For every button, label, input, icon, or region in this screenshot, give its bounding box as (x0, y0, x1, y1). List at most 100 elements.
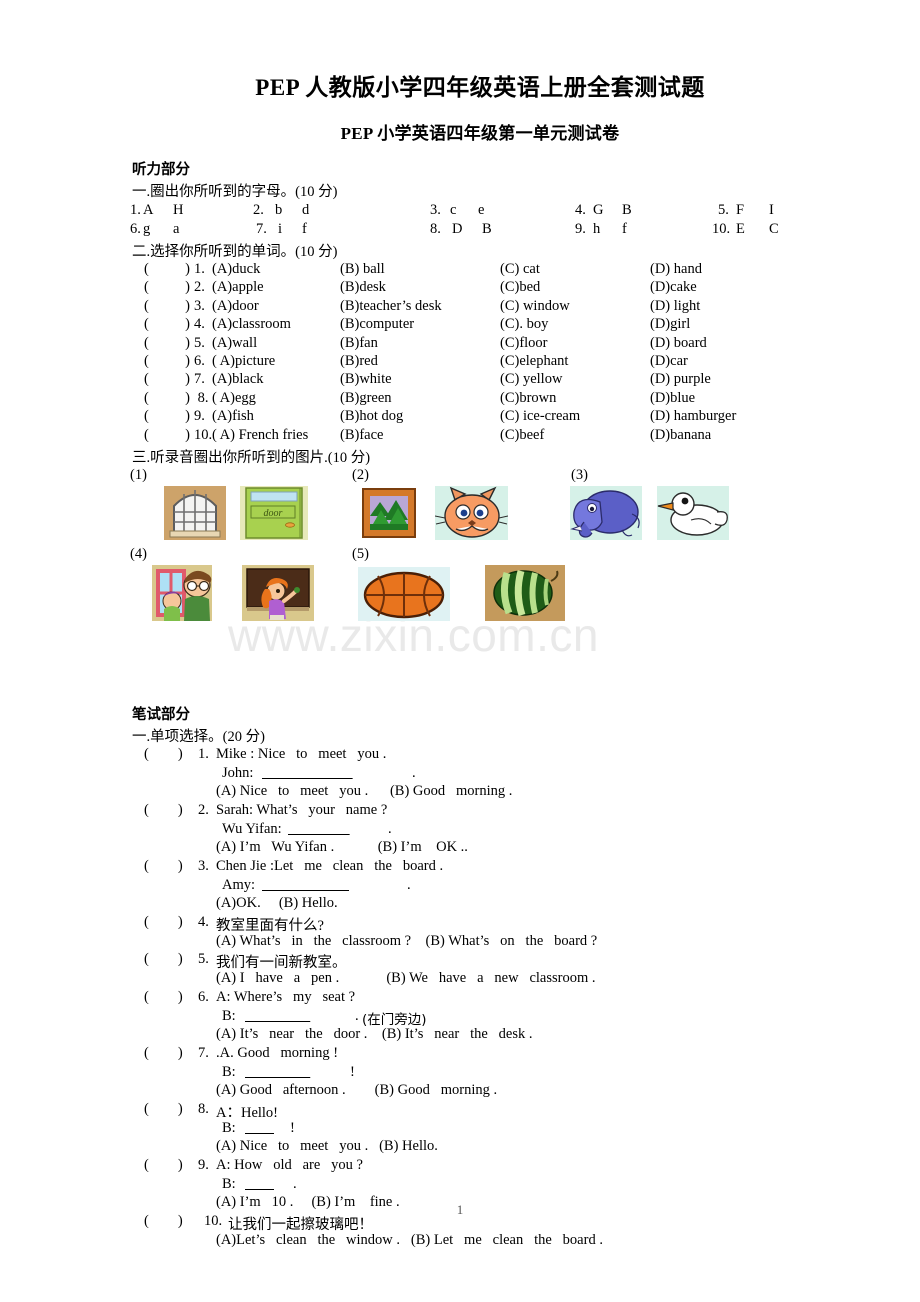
letter-item-8-a[interactable]: D (452, 221, 462, 238)
answer-bracket[interactable]: ( ) (144, 298, 190, 315)
option-a[interactable]: ( A)picture (212, 353, 275, 370)
answer-options[interactable]: (A) It’s near the door . (B) It’s near t… (216, 1026, 533, 1043)
answer-options[interactable]: (A)OK. (B) Hello. (216, 895, 338, 912)
option-b[interactable]: (B)fan (340, 335, 378, 352)
answer-bracket[interactable]: ( ) (144, 371, 190, 388)
letter-item-9-a[interactable]: h (593, 221, 600, 238)
option-c[interactable]: (C)elephant (500, 353, 568, 370)
answer-bracket[interactable]: ( ) (144, 279, 190, 296)
answer-bracket[interactable]: ( ) (144, 802, 183, 819)
option-c[interactable]: (C) yellow (500, 371, 562, 388)
answer-bracket[interactable]: ( ) (144, 746, 183, 763)
option-a[interactable]: (A)fish (212, 408, 254, 425)
window-icon[interactable] (164, 485, 226, 540)
option-b[interactable]: (B)red (340, 353, 378, 370)
option-d[interactable]: (D) purple (650, 371, 711, 388)
answer-bracket[interactable]: ( ) (144, 914, 183, 931)
option-a[interactable]: ( A) French fries (212, 427, 308, 444)
letter-item-5-a[interactable]: F (736, 202, 744, 219)
option-c[interactable]: (C) window (500, 298, 570, 315)
answer-bracket[interactable]: ( ) (144, 261, 190, 278)
answer-bracket[interactable]: ( ) (144, 1157, 183, 1174)
option-d[interactable]: (D)girl (650, 316, 690, 333)
option-a[interactable]: (A)black (212, 371, 264, 388)
letter-item-7-b[interactable]: f (302, 221, 307, 238)
option-c[interactable]: (C) cat (500, 261, 540, 278)
answer-options[interactable]: (A) I’m Wu Yifan . (B) I’m OK .. (216, 839, 468, 856)
answer-blank[interactable] (245, 1176, 274, 1193)
answer-blank[interactable] (262, 765, 353, 782)
option-b[interactable]: (B)hot dog (340, 408, 403, 425)
answer-options[interactable]: (A)Let’s clean the window . (B) Let me c… (216, 1232, 603, 1249)
letter-item-1-b[interactable]: H (173, 202, 183, 219)
letter-item-3-a[interactable]: c (450, 202, 456, 219)
letter-item-10-a[interactable]: E (736, 221, 745, 238)
answer-blank[interactable] (245, 1008, 310, 1025)
letter-item-4-b[interactable]: B (622, 202, 632, 219)
answer-bracket[interactable]: ( ) (144, 1045, 183, 1062)
option-b[interactable]: (B)face (340, 427, 383, 444)
option-c[interactable]: (C)brown (500, 390, 556, 407)
letter-item-1-a[interactable]: A (143, 202, 153, 219)
option-a[interactable]: (A)door (212, 298, 259, 315)
option-d[interactable]: (D) board (650, 335, 707, 352)
letter-item-6-a[interactable]: g (143, 221, 150, 238)
answer-bracket[interactable]: ( ) (144, 408, 190, 425)
answer-bracket[interactable]: ( ) (144, 951, 183, 968)
watermelon-icon[interactable] (485, 564, 565, 621)
picture-frame-icon[interactable] (360, 485, 418, 540)
answer-bracket[interactable]: ( ) (144, 390, 190, 407)
letter-item-2-b[interactable]: d (302, 202, 309, 219)
option-d[interactable]: (D)banana (650, 427, 711, 444)
option-c[interactable]: (C)floor (500, 335, 548, 352)
option-a[interactable]: (A)apple (212, 279, 264, 296)
answer-blank[interactable] (245, 1120, 274, 1137)
option-d[interactable]: (D) hamburger (650, 408, 736, 425)
duck-icon[interactable] (657, 485, 729, 540)
answer-options[interactable]: (A) Nice to meet you . (B) Good morning … (216, 783, 512, 800)
elephant-icon[interactable] (570, 485, 642, 540)
boy-at-window-icon[interactable] (152, 564, 212, 621)
letter-item-2-a[interactable]: b (275, 202, 282, 219)
option-d[interactable]: (D)cake (650, 279, 697, 296)
option-b[interactable]: (B)green (340, 390, 392, 407)
option-d[interactable]: (D)car (650, 353, 688, 370)
letter-item-6-b[interactable]: a (173, 221, 179, 238)
option-b[interactable]: (B)desk (340, 279, 386, 296)
answer-options[interactable]: (A) Nice to meet you . (B) Hello. (216, 1138, 438, 1155)
letter-item-5-b[interactable]: I (769, 202, 774, 219)
letter-item-7-a[interactable]: i (278, 221, 282, 238)
answer-bracket[interactable]: ( ) (144, 1101, 183, 1118)
option-c[interactable]: (C). boy (500, 316, 548, 333)
option-a[interactable]: (A)classroom (212, 316, 291, 333)
option-b[interactable]: (B)computer (340, 316, 414, 333)
letter-item-4-a[interactable]: G (593, 202, 603, 219)
letter-item-3-b[interactable]: e (478, 202, 484, 219)
answer-options[interactable]: (A) I have a pen . (B) We have a new cla… (216, 970, 596, 987)
answer-bracket[interactable]: ( ) (144, 989, 183, 1006)
girl-at-blackboard-icon[interactable] (242, 564, 314, 621)
option-a[interactable]: (A)duck (212, 261, 260, 278)
option-b[interactable]: (B)teacher’s desk (340, 298, 442, 315)
option-d[interactable]: (D) light (650, 298, 700, 315)
door-icon[interactable]: door (240, 485, 308, 540)
letter-item-9-b[interactable]: f (622, 221, 627, 238)
option-a[interactable]: ( A)egg (212, 390, 256, 407)
answer-blank[interactable] (288, 821, 350, 838)
basketball-icon[interactable] (358, 566, 450, 621)
option-c[interactable]: (C)beef (500, 427, 544, 444)
option-b[interactable]: (B) ball (340, 261, 385, 278)
answer-bracket[interactable]: ( ) (144, 858, 183, 875)
letter-item-8-b[interactable]: B (482, 221, 492, 238)
answer-bracket[interactable]: ( ) (144, 353, 190, 370)
answer-blank[interactable] (245, 1064, 310, 1081)
answer-options[interactable]: (A) Good afternoon . (B) Good morning . (216, 1082, 497, 1099)
answer-bracket[interactable]: ( ) (144, 335, 190, 352)
letter-item-10-b[interactable]: C (769, 221, 779, 238)
answer-options[interactable]: (A) What’s in the classroom ? (B) What’s… (216, 933, 597, 950)
cat-face-icon[interactable] (435, 485, 508, 540)
option-c[interactable]: (C)bed (500, 279, 540, 296)
answer-blank[interactable] (262, 877, 349, 894)
answer-bracket[interactable]: ( ) (144, 427, 190, 444)
option-d[interactable]: (D)blue (650, 390, 695, 407)
